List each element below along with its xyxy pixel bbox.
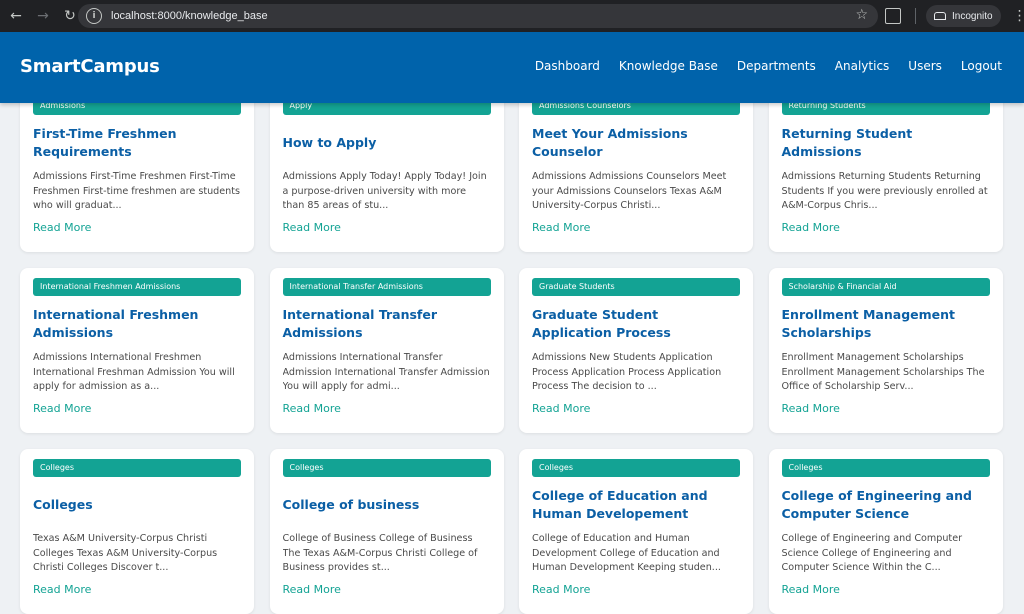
article-card: Colleges College of business College of Bu… (269, 449, 504, 614)
article-title[interactable]: Colleges (33, 496, 93, 514)
read-more-link[interactable]: Read More (283, 402, 341, 415)
category-badge: Apply (282, 103, 491, 115)
article-title[interactable]: International Freshmen Admissions (33, 306, 241, 342)
toolbar-divider (915, 8, 916, 24)
app-header: SmartCampus Dashboard Knowledge Base Dep… (0, 32, 1024, 103)
article-card: Admissions Counselors Meet Your Admission… (519, 103, 753, 252)
read-more-link[interactable]: Read More (782, 221, 840, 234)
nav-dashboard[interactable]: Dashboard (535, 59, 600, 73)
article-title[interactable]: College of Engineering and Computer Scie… (782, 487, 990, 523)
category-badge: Admissions Counselors (532, 103, 740, 115)
article-card: International Transfer Admissions Interna… (269, 268, 504, 433)
article-summary: Admissions Admissions Counselors Meet yo… (532, 171, 727, 211)
article-summary: Texas A&M University-Corpus Christi Coll… (33, 533, 218, 573)
category-badge: Colleges (282, 459, 491, 477)
article-summary: Enrollment Management Scholarships Enrol… (781, 352, 985, 392)
site-info-icon[interactable]: i (86, 8, 102, 24)
article-summary: College of Engineering and Computer Scie… (781, 533, 963, 573)
article-title-wrap: International Freshmen Admissions (33, 301, 241, 347)
category-badge: Colleges (781, 459, 990, 477)
article-title-wrap: Graduate Student Application Process (532, 301, 740, 347)
url-text[interactable]: localhost:8000/knowledge_base (111, 10, 268, 22)
incognito-icon (934, 12, 946, 20)
category-badge: Scholarship & Financial Aid (781, 278, 990, 296)
article-summary: Admissions Returning Students Returning … (781, 171, 988, 211)
nav-users[interactable]: Users (908, 59, 942, 73)
article-card: Apply How to Apply Admissions Apply Today!… (269, 103, 504, 252)
category-badge: Colleges (33, 459, 241, 477)
browser-menu-icon[interactable]: ⋮ (1013, 8, 1024, 24)
article-card: Colleges Colleges Texas A&M University-Cor… (20, 449, 254, 614)
article-title-wrap: College of Engineering and Computer Scie… (782, 482, 990, 528)
article-summary: Admissions New Students Application Proc… (532, 352, 722, 392)
read-more-link[interactable]: Read More (532, 583, 590, 596)
article-title[interactable]: Graduate Student Application Process (532, 306, 740, 342)
browser-toolbar: ← → ↻ i localhost:8000/knowledge_base ☆ … (0, 0, 1024, 32)
article-title-wrap: Enrollment Management Scholarships (782, 301, 990, 347)
read-more-link[interactable]: Read More (283, 583, 341, 596)
category-badge: International Freshmen Admissions (33, 278, 241, 296)
article-title[interactable]: Returning Student Admissions (782, 125, 990, 161)
article-card: Colleges College of Education and Human D… (519, 449, 753, 614)
forward-arrow-icon[interactable]: → (32, 5, 54, 27)
main-nav: Dashboard Knowledge Base Departments Ana… (535, 59, 1002, 73)
article-card: Scholarship & Financial Aid Enrollment Ma… (768, 268, 1003, 433)
article-title[interactable]: College of business (283, 496, 420, 514)
nav-knowledge-base[interactable]: Knowledge Base (619, 59, 718, 73)
article-title-wrap: Colleges (33, 482, 241, 528)
address-bar[interactable]: i localhost:8000/knowledge_base ☆ (78, 4, 878, 28)
article-title[interactable]: First-Time Freshmen Requirements (33, 125, 241, 161)
back-arrow-icon[interactable]: ← (5, 5, 27, 27)
article-card: Graduate Students Graduate Student Applic… (519, 268, 753, 433)
article-summary: Admissions First-Time Freshmen First-Tim… (33, 171, 240, 211)
article-title-wrap: How to Apply (283, 120, 491, 166)
read-more-link[interactable]: Read More (283, 221, 341, 234)
article-title[interactable]: International Transfer Admissions (283, 306, 491, 342)
article-card: Colleges College of Engineering and Compu… (768, 449, 1003, 614)
article-summary: College of Education and Human Developme… (532, 533, 721, 573)
article-title-wrap: College of Education and Human Developem… (532, 482, 740, 528)
nav-analytics[interactable]: Analytics (835, 59, 890, 73)
article-summary: Admissions International Transfer Admiss… (282, 352, 490, 392)
article-title[interactable]: How to Apply (283, 134, 377, 152)
category-badge: Colleges (532, 459, 740, 477)
article-summary: Admissions International Freshmen Intern… (33, 352, 235, 392)
category-badge: International Transfer Admissions (282, 278, 491, 296)
category-badge: Admissions (33, 103, 241, 115)
brand-logo-text[interactable]: SmartCampus (20, 56, 160, 77)
article-card: Admissions First-Time Freshmen Requiremen… (20, 103, 254, 252)
read-more-link[interactable]: Read More (532, 402, 590, 415)
article-title-wrap: College of business (283, 482, 491, 528)
read-more-link[interactable]: Read More (782, 402, 840, 415)
article-summary: Admissions Apply Today! Apply Today! Joi… (282, 171, 487, 211)
nav-logout[interactable]: Logout (961, 59, 1002, 73)
article-title[interactable]: College of Education and Human Developem… (532, 487, 740, 523)
knowledge-base-content: Admissions First-Time Freshmen Requiremen… (0, 103, 1024, 614)
article-card: Returning Students Returning Student Admi… (768, 103, 1003, 252)
reading-mode-icon[interactable] (885, 8, 901, 24)
read-more-link[interactable]: Read More (532, 221, 590, 234)
article-title-wrap: Meet Your Admissions Counselor (532, 120, 740, 166)
read-more-link[interactable]: Read More (33, 402, 91, 415)
read-more-link[interactable]: Read More (33, 221, 91, 234)
article-grid: Admissions First-Time Freshmen Requiremen… (20, 103, 1003, 614)
read-more-link[interactable]: Read More (33, 583, 91, 596)
incognito-badge[interactable]: Incognito (926, 5, 1001, 27)
category-badge: Returning Students (781, 103, 990, 115)
read-more-link[interactable]: Read More (782, 583, 840, 596)
article-title-wrap: International Transfer Admissions (283, 301, 491, 347)
article-title-wrap: First-Time Freshmen Requirements (33, 120, 241, 166)
bookmark-star-icon[interactable]: ☆ (855, 7, 868, 23)
article-card: International Freshmen Admissions Interna… (20, 268, 254, 433)
article-title-wrap: Returning Student Admissions (782, 120, 990, 166)
incognito-label: Incognito (952, 10, 993, 22)
category-badge: Graduate Students (532, 278, 740, 296)
article-title[interactable]: Enrollment Management Scholarships (782, 306, 990, 342)
article-title[interactable]: Meet Your Admissions Counselor (532, 125, 740, 161)
article-summary: College of Business College of Business … (282, 533, 478, 573)
nav-departments[interactable]: Departments (737, 59, 816, 73)
